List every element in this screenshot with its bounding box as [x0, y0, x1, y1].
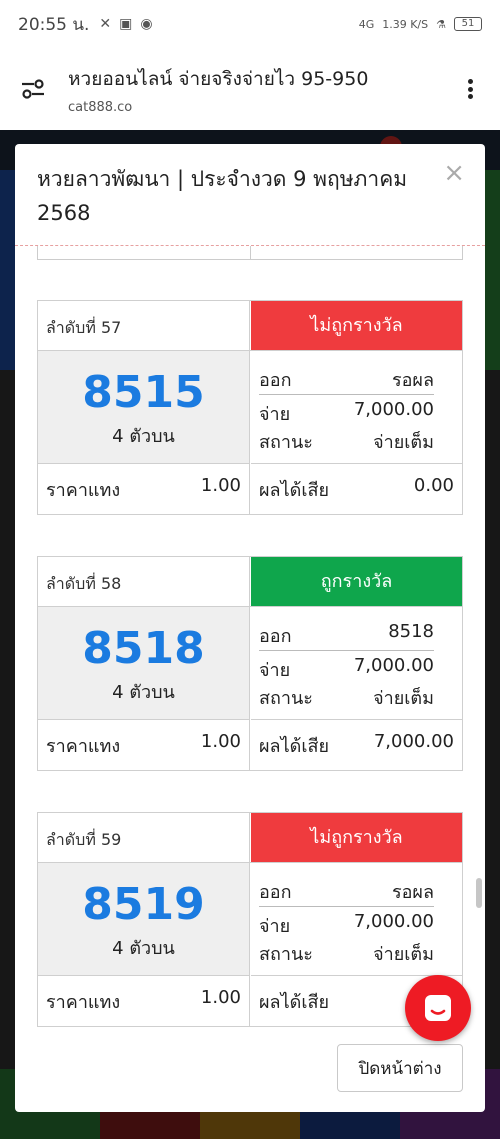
- ticket-seq: ลำดับที่ 59: [38, 813, 250, 862]
- ticket-type: 4 ตัวบน: [112, 426, 175, 447]
- network-label: 4G: [358, 17, 375, 31]
- ticket-status-badge: ไม่ถูกรางวัล: [251, 301, 462, 350]
- out-label: ออก: [259, 370, 292, 391]
- ticket-number: 8518: [82, 623, 205, 674]
- flask-icon: ⚗: [436, 17, 446, 31]
- pay-label: จ่าย: [259, 916, 291, 937]
- ticket-card: ลำดับที่ 57 ไม่ถูกรางวัล 8515 4 ตัวบน ออ…: [37, 300, 463, 515]
- status-bar: 20:55 น. ✕ ▣ ◉ 4G 1.39 K/S ⚗ 51: [0, 0, 500, 48]
- out-value: รอผล: [391, 370, 434, 391]
- modal-footer: ปิดหน้าต่าง: [15, 1030, 485, 1112]
- state-value: จ่ายเต็ม: [373, 688, 434, 709]
- ticket-status-badge: ถูกรางวัล: [251, 557, 462, 606]
- pay-value: 7,000.00: [353, 655, 434, 676]
- ticket-number: 8515: [82, 367, 205, 418]
- status-right: 4G 1.39 K/S ⚗ 51: [359, 17, 482, 31]
- out-label: ออก: [259, 626, 292, 647]
- browser-toolbar: หวยออนไลน์ จ่ายจริงจ่ายไว 95-950 cat888.…: [0, 48, 500, 130]
- profit-loss-label: ผลได้เสีย: [259, 479, 330, 501]
- bet-price-value: 1.00: [200, 474, 241, 496]
- close-window-button[interactable]: ปิดหน้าต่าง: [337, 1044, 463, 1092]
- ticket-card-partial: [37, 246, 463, 260]
- ticket-number: 8519: [82, 879, 205, 930]
- browser-page-title: หวยออนไลน์ จ่ายจริงจ่ายไว 95-950: [68, 67, 369, 90]
- close-icon[interactable]: ×: [443, 158, 465, 188]
- browser-url: cat888.co: [68, 99, 133, 115]
- ticket-seq: ลำดับที่ 57: [38, 301, 250, 350]
- chat-button[interactable]: [405, 975, 471, 1041]
- site-settings-icon[interactable]: [20, 76, 46, 102]
- ticket-card: ลำดับที่ 59 ไม่ถูกรางวัล 8519 4 ตัวบน ออ…: [37, 812, 463, 1027]
- profit-loss-label: ผลได้เสีย: [259, 991, 330, 1013]
- ticket-info: ออก 8518 จ่าย 7,000.00 สถานะ จ่ายเต็ม: [251, 607, 462, 720]
- chat-icon: [425, 995, 451, 1021]
- state-value: จ่ายเต็ม: [373, 432, 434, 453]
- bet-price-label: ราคาแทง: [46, 735, 121, 757]
- ticket-type: 4 ตัวบน: [112, 938, 175, 959]
- bet-price-label: ราคาแทง: [46, 991, 121, 1013]
- profit-loss-value: 7,000.00: [373, 730, 454, 752]
- pay-label: จ่าย: [259, 404, 291, 425]
- out-label: ออก: [259, 882, 292, 903]
- ticket-number-box: 8515 4 ตัวบน: [38, 351, 250, 464]
- out-value: รอผล: [391, 882, 434, 903]
- pay-value: 7,000.00: [353, 399, 434, 420]
- state-value: จ่ายเต็ม: [373, 944, 434, 965]
- bet-price-label: ราคาแทง: [46, 479, 121, 501]
- modal-scrollbar[interactable]: [476, 878, 482, 908]
- speed-label: 1.39 K/S: [382, 17, 429, 31]
- notification-icon: ✕: [99, 16, 112, 32]
- profit-loss-value: 0.00: [413, 474, 454, 496]
- game-icon: ◉: [140, 16, 153, 32]
- ticket-info: ออก รอผล จ่าย 7,000.00 สถานะ จ่ายเต็ม: [251, 863, 462, 976]
- profit-loss-label: ผลได้เสีย: [259, 735, 330, 757]
- modal-title: หวยลาวพัฒนา | ประจำงวด 9 พฤษภาคม 2568: [37, 167, 408, 225]
- battery-icon: 51: [454, 17, 482, 31]
- ticket-status-badge: ไม่ถูกรางวัล: [251, 813, 462, 862]
- parking-icon: ▣: [119, 16, 133, 32]
- bet-price-value: 1.00: [200, 730, 241, 752]
- pay-label: จ่าย: [259, 660, 291, 681]
- bet-price-value: 1.00: [200, 986, 241, 1008]
- ticket-number-box: 8518 4 ตัวบน: [38, 607, 250, 720]
- browser-titles[interactable]: หวยออนไลน์ จ่ายจริงจ่ายไว 95-950 cat888.…: [68, 64, 460, 115]
- state-label: สถานะ: [259, 688, 313, 709]
- status-time: 20:55 น.: [18, 14, 90, 35]
- out-value: 8518: [388, 621, 434, 642]
- more-menu-icon[interactable]: [460, 75, 480, 103]
- ticket-type: 4 ตัวบน: [112, 682, 175, 703]
- ticket-info: ออก รอผล จ่าย 7,000.00 สถานะ จ่ายเต็ม: [251, 351, 462, 464]
- modal-body[interactable]: ลำดับที่ 57 ไม่ถูกรางวัล 8515 4 ตัวบน ออ…: [15, 246, 485, 1030]
- pay-value: 7,000.00: [353, 911, 434, 932]
- ticket-card: ลำดับที่ 58 ถูกรางวัล 8518 4 ตัวบน ออก 85…: [37, 556, 463, 771]
- ticket-seq: ลำดับที่ 58: [38, 557, 250, 606]
- modal-header: หวยลาวพัฒนา | ประจำงวด 9 พฤษภาคม 2568 ×: [15, 144, 485, 246]
- ticket-number-box: 8519 4 ตัวบน: [38, 863, 250, 976]
- ticket-modal: หวยลาวพัฒนา | ประจำงวด 9 พฤษภาคม 2568 × …: [15, 144, 485, 1112]
- status-icons: ✕ ▣ ◉: [99, 16, 152, 32]
- state-label: สถานะ: [259, 432, 313, 453]
- state-label: สถานะ: [259, 944, 313, 965]
